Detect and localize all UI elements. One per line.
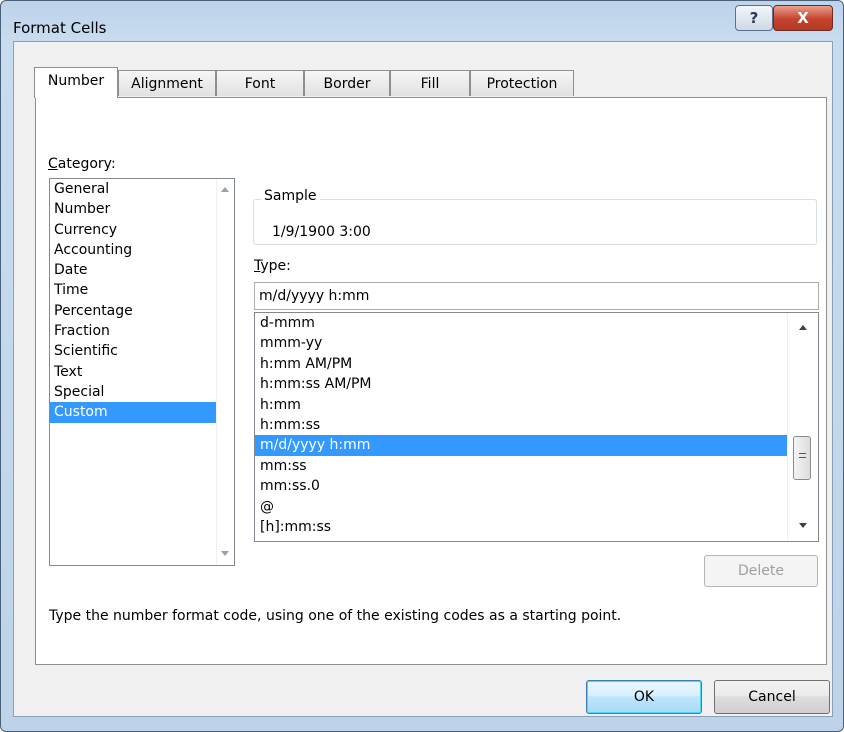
category-label: Category: xyxy=(48,156,116,172)
tab-fill[interactable]: Fill xyxy=(390,70,470,96)
number-tab-panel: Category: General Number Currency Accoun… xyxy=(35,97,827,665)
format-item-selected[interactable]: m/d/yyyy h:mm xyxy=(255,435,788,456)
format-item[interactable]: mm:ss xyxy=(255,456,818,476)
format-item[interactable]: mm:ss.0 xyxy=(255,476,818,496)
scroll-down-arrow-icon[interactable] xyxy=(799,523,807,528)
format-item[interactable]: h:mm:ss xyxy=(255,415,818,435)
format-cells-dialog: Format Cells ? X Number Alignment Font B… xyxy=(0,0,844,732)
sample-label: Sample xyxy=(261,188,320,204)
ok-button[interactable]: OK xyxy=(586,680,702,714)
close-icon: X xyxy=(797,9,809,27)
help-icon: ? xyxy=(749,9,759,27)
tab-protection[interactable]: Protection xyxy=(470,70,574,96)
type-label: Type: xyxy=(254,258,291,274)
category-item-special[interactable]: Special xyxy=(50,382,234,402)
category-item-text[interactable]: Text xyxy=(50,362,234,382)
type-input[interactable]: m/d/yyyy h:mm xyxy=(254,282,819,310)
format-item[interactable]: h:mm AM/PM xyxy=(255,354,818,374)
help-button[interactable]: ? xyxy=(735,5,773,31)
category-list[interactable]: General Number Currency Accounting Date … xyxy=(49,178,235,566)
format-item[interactable]: [h]:mm:ss xyxy=(255,517,818,537)
type-format-list[interactable]: d-mmm mmm-yy h:mm AM/PM h:mm:ss AM/PM h:… xyxy=(254,312,819,542)
type-list-scrollbar[interactable] xyxy=(787,313,818,541)
category-item-accounting[interactable]: Accounting xyxy=(50,240,234,260)
sample-value: 1/9/1900 3:00 xyxy=(272,224,371,240)
category-item-time[interactable]: Time xyxy=(50,280,234,300)
tab-alignment[interactable]: Alignment xyxy=(118,70,216,96)
format-item[interactable]: h:mm xyxy=(255,395,818,415)
tab-border[interactable]: Border xyxy=(304,70,390,96)
category-item-general[interactable]: General xyxy=(50,179,234,199)
grip-icon xyxy=(799,453,806,458)
tab-font[interactable]: Font xyxy=(216,70,304,96)
category-item-fraction[interactable]: Fraction xyxy=(50,321,234,341)
category-item-percentage[interactable]: Percentage xyxy=(50,301,234,321)
category-item-scientific[interactable]: Scientific xyxy=(50,341,234,361)
scroll-down-arrow-icon[interactable] xyxy=(221,551,229,556)
category-item-custom[interactable]: Custom xyxy=(50,402,217,423)
tab-number[interactable]: Number xyxy=(34,67,118,98)
dialog-title: Format Cells xyxy=(13,19,107,37)
format-item[interactable]: h:mm:ss AM/PM xyxy=(255,374,818,394)
format-item[interactable]: @ xyxy=(255,497,818,517)
format-item[interactable]: mmm-yy xyxy=(255,333,818,353)
scroll-up-arrow-icon[interactable] xyxy=(799,325,807,330)
scroll-up-arrow-icon[interactable] xyxy=(221,187,229,192)
category-scrollbar[interactable] xyxy=(216,179,234,565)
format-item[interactable]: d-mmm xyxy=(255,313,818,333)
category-item-currency[interactable]: Currency xyxy=(50,220,234,240)
dialog-client-area: Number Alignment Font Border Fill Protec… xyxy=(13,41,833,717)
cancel-button[interactable]: Cancel xyxy=(714,680,830,714)
scroll-thumb[interactable] xyxy=(793,436,811,480)
category-item-date[interactable]: Date xyxy=(50,260,234,280)
close-button[interactable]: X xyxy=(773,5,833,31)
hint-text: Type the number format code, using one o… xyxy=(49,608,622,624)
delete-button[interactable]: Delete xyxy=(704,555,818,587)
category-item-number[interactable]: Number xyxy=(50,199,234,219)
